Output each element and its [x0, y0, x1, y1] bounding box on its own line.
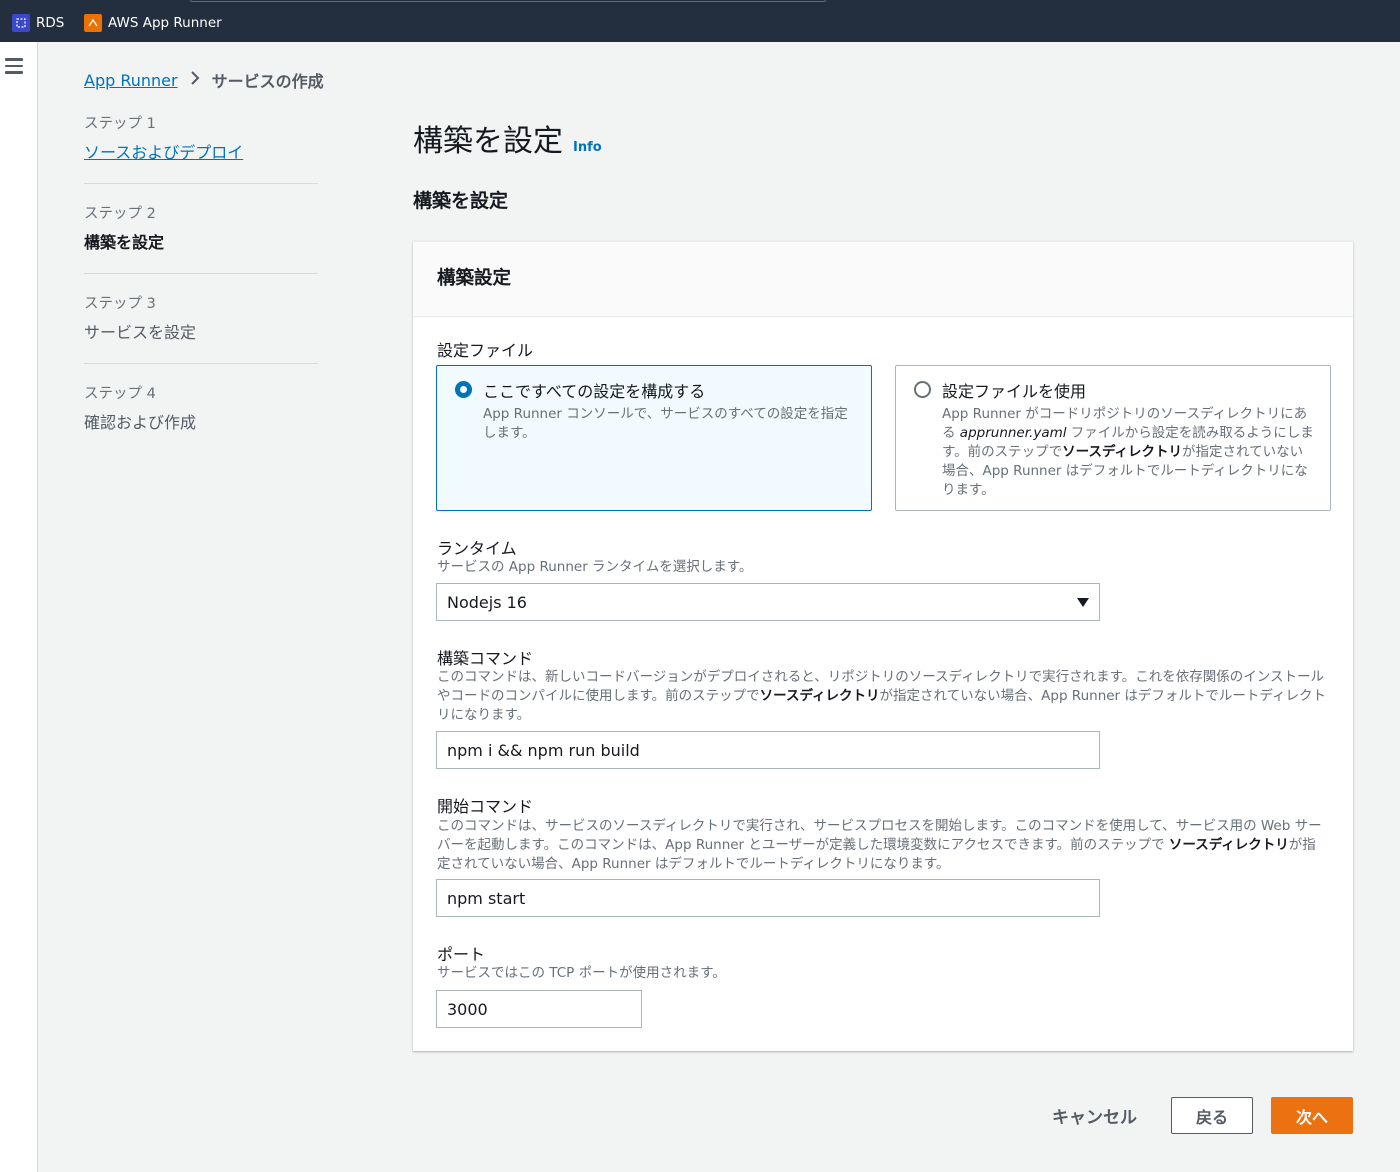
wizard-step-3: ステップ 3 サービスを設定: [84, 292, 318, 364]
favorite-app-runner[interactable]: AWS App Runner: [84, 14, 222, 32]
wizard-actions: キャンセル 戻る 次へ: [1036, 1097, 1353, 1134]
menu-icon[interactable]: [5, 58, 23, 74]
chevron-right-icon: [190, 70, 200, 91]
step-label: サービスを設定: [84, 323, 197, 342]
favorite-rds-label: RDS: [36, 15, 65, 31]
side-navigation-strip: [0, 42, 38, 1172]
radio-tile-configure-here[interactable]: ここですべての設定を構成する App Runner コンソールで、サービスのすべ…: [436, 365, 872, 511]
favorite-app-runner-label: AWS App Runner: [108, 15, 222, 31]
step-label-active: 構築を設定: [84, 233, 165, 252]
radio-selected-icon[interactable]: [455, 381, 472, 398]
breadcrumb-current: サービスの作成: [211, 72, 324, 91]
runtime-label: ランタイム: [437, 539, 517, 558]
favorite-rds[interactable]: RDS: [12, 14, 64, 32]
build-command-label: 構築コマンド: [437, 649, 534, 668]
breadcrumb: App Runner サービスの作成: [84, 68, 324, 92]
wizard-step-4: ステップ 4 確認および作成: [84, 382, 318, 453]
top-navigation-bar: RDS AWS App Runner: [0, 0, 1400, 42]
start-command-description: このコマンドは、サービスのソースディレクトリで実行され、サービスプロセスを開始し…: [437, 818, 1322, 872]
step-number: ステップ 1: [84, 116, 156, 132]
next-button[interactable]: 次へ: [1271, 1097, 1353, 1134]
breadcrumb-app-runner-link[interactable]: App Runner: [84, 71, 178, 90]
info-link[interactable]: Info: [573, 140, 602, 155]
build-command-input[interactable]: npm i && npm run build: [436, 731, 1100, 769]
wizard-step-1: ステップ 1 ソースおよびデプロイ: [84, 112, 318, 184]
start-command-input[interactable]: npm start: [436, 879, 1100, 917]
build-command-description: このコマンドは、新しいコードバージョンがデプロイされると、リポジトリのソースディ…: [437, 669, 1326, 723]
step-number: ステップ 2: [84, 206, 156, 222]
radio-unselected-icon[interactable]: [914, 381, 931, 398]
radio-tile-use-config-file[interactable]: 設定ファイルを使用 App Runner がコードリポジトリのソースディレクトリ…: [895, 365, 1331, 511]
port-label: ポート: [437, 945, 486, 964]
back-button[interactable]: 戻る: [1171, 1097, 1253, 1134]
port-description: サービスではこの TCP ポートが使用されます。: [437, 965, 726, 981]
wizard-steps: ステップ 1 ソースおよびデプロイ ステップ 2 構築を設定 ステップ 3 サー…: [84, 112, 318, 471]
app-runner-icon: [84, 14, 102, 32]
tile-title: 設定ファイルを使用: [942, 382, 1087, 401]
runtime-select[interactable]: Nodejs 16: [436, 583, 1100, 621]
runtime-selected-value: Nodejs 16: [447, 592, 527, 612]
port-input[interactable]: 3000: [436, 990, 642, 1028]
caret-down-icon: [1077, 597, 1089, 607]
section-title: 構築を設定: [413, 190, 509, 212]
step-label-link[interactable]: ソースおよびデプロイ: [84, 139, 318, 163]
step-label: 確認および作成: [84, 413, 197, 432]
tile-title: ここですべての設定を構成する: [483, 382, 706, 401]
rds-icon: [12, 14, 30, 32]
page-title-row: 構築を設定 Info: [413, 116, 602, 160]
step-number: ステップ 3: [84, 296, 156, 312]
search-bar-edge[interactable]: [190, 0, 826, 2]
build-settings-panel: 構築設定 設定ファイル ここですべての設定を構成する App Runner コン…: [413, 241, 1353, 1051]
step-number: ステップ 4: [84, 386, 156, 402]
start-command-label: 開始コマンド: [437, 797, 534, 816]
page-title: 構築を設定: [413, 124, 563, 159]
panel-header: 構築設定: [413, 242, 1353, 317]
cancel-button[interactable]: キャンセル: [1036, 1103, 1153, 1128]
runtime-description: サービスの App Runner ランタイムを選択します。: [437, 559, 753, 575]
wizard-step-2: ステップ 2 構築を設定: [84, 202, 318, 274]
tile-description: App Runner コンソールで、サービスのすべての設定を指定します。: [483, 406, 848, 441]
tile-description: App Runner がコードリポジトリのソースディレクトリにある apprun…: [942, 406, 1314, 498]
config-file-label: 設定ファイル: [437, 341, 534, 360]
